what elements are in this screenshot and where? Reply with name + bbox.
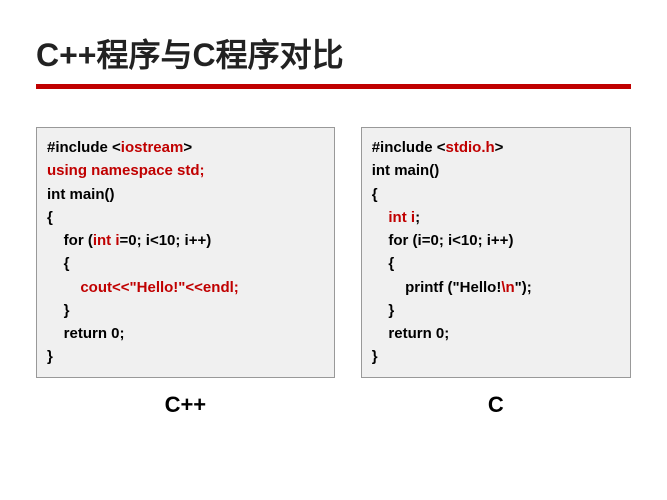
- code-box-cpp: #include <iostream> using namespace std; i…: [36, 127, 335, 378]
- code-token: printf ("Hello!: [405, 279, 501, 296]
- code-line: #include <iostream>: [47, 136, 324, 159]
- slide-title: C++程序与C程序对比: [36, 30, 631, 76]
- code-line: printf ("Hello!\n");: [372, 276, 620, 299]
- code-token: return 0;: [388, 325, 449, 342]
- code-token: stdio.h: [446, 139, 495, 156]
- code-line: using namespace std;: [47, 159, 324, 182]
- code-line: }: [372, 299, 620, 322]
- code-token: return 0;: [64, 325, 125, 342]
- title-rule: [36, 84, 631, 89]
- code-token: }: [372, 348, 378, 365]
- code-token: ;: [415, 209, 420, 226]
- code-token: }: [388, 302, 394, 319]
- code-token: cout<<"Hello!"<<endl;: [80, 279, 238, 296]
- code-line: }: [372, 345, 620, 368]
- code-line: int i;: [372, 206, 620, 229]
- code-token: {: [64, 255, 70, 272]
- code-token: int i: [93, 232, 120, 249]
- code-line: cout<<"Hello!"<<endl;: [47, 276, 324, 299]
- code-token: }: [47, 348, 53, 365]
- code-line: {: [47, 252, 324, 275]
- code-token: =0; i<10; i++): [120, 232, 212, 249]
- code-token: int main(): [372, 162, 440, 179]
- code-line: {: [372, 183, 620, 206]
- code-line: {: [47, 206, 324, 229]
- code-token: \n: [501, 279, 514, 296]
- code-line: #include <stdio.h>: [372, 136, 620, 159]
- code-token: >: [183, 139, 192, 156]
- code-token: >: [495, 139, 504, 156]
- code-line: {: [372, 252, 620, 275]
- code-token: for (i=0; i<10; i++): [388, 232, 513, 249]
- code-line: for (i=0; i<10; i++): [372, 229, 620, 252]
- label-c: C: [361, 392, 631, 418]
- right-column: #include <stdio.h> int main() { int i; for…: [361, 127, 631, 418]
- code-line: }: [47, 299, 324, 322]
- code-token: {: [47, 209, 53, 226]
- columns: #include <iostream>using namespace std;i…: [36, 127, 631, 418]
- code-token: {: [388, 255, 394, 272]
- slide: C++程序与C程序对比 #include <iostream>using nam…: [0, 0, 667, 500]
- code-token: #include <: [372, 139, 446, 156]
- code-token: ");: [515, 279, 532, 296]
- code-line: int main(): [372, 159, 620, 182]
- code-line: int main(): [47, 183, 324, 206]
- code-box-c: #include <stdio.h> int main() { int i; for…: [361, 127, 631, 378]
- code-token: int main(): [47, 186, 115, 203]
- code-line: }: [47, 345, 324, 368]
- code-token: for (: [64, 232, 93, 249]
- code-token: iostream: [121, 139, 184, 156]
- code-token: {: [372, 186, 378, 203]
- code-line: for (int i=0; i<10; i++): [47, 229, 324, 252]
- code-line: return 0;: [372, 322, 620, 345]
- code-token: }: [64, 302, 70, 319]
- code-token: #include <: [47, 139, 121, 156]
- left-column: #include <iostream> using namespace std; i…: [36, 127, 335, 418]
- code-token: using namespace std;: [47, 162, 205, 179]
- code-line: return 0;: [47, 322, 324, 345]
- label-cpp: C++: [36, 392, 335, 418]
- code-token: int i: [388, 209, 415, 226]
